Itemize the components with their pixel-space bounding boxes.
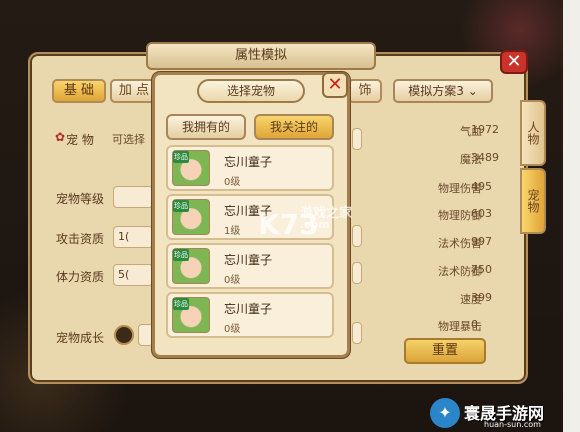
pet-hint: 可选择: [112, 133, 145, 146]
rare-badge: 珍品: [173, 298, 189, 310]
dialog-close-icon[interactable]: ✕: [322, 72, 348, 98]
field-label-attack: 攻击资质: [56, 232, 105, 246]
tab-points[interactable]: 加 点: [110, 79, 158, 103]
star-icon: ✿: [55, 130, 66, 144]
field-label-pet-level: 宠物等级: [56, 192, 105, 206]
pet-name: 忘川童子: [224, 253, 273, 267]
scheme-select[interactable]: 模拟方案3 ⌄: [393, 79, 493, 103]
rare-badge: 珍品: [173, 151, 189, 163]
field-label-growth: 宠物成长: [56, 331, 105, 345]
right-field-3: [352, 262, 362, 284]
pet-level-input[interactable]: [113, 186, 153, 208]
tab-ornament[interactable]: 饰: [348, 79, 382, 103]
pet-level: 0级: [224, 324, 241, 335]
reset-button[interactable]: 重置: [404, 338, 486, 364]
stat-value-crit: 0: [471, 318, 478, 331]
brand-logo: ✦ 寰晟手游网 huan-sun.com: [430, 398, 580, 432]
scheme-select-label: 模拟方案3: [408, 84, 464, 98]
pet-label: 宠 物: [66, 133, 94, 147]
pet-avatar: 珍品: [172, 297, 210, 333]
dialog-title: 选择宠物: [197, 79, 305, 103]
right-field-4: [352, 322, 362, 344]
pet-list-item[interactable]: 珍品 忘川童子 0级: [166, 145, 334, 191]
stat-value-phys-def: 603: [471, 207, 492, 220]
side-tab-pet[interactable]: 宠物: [520, 168, 546, 234]
stamina-input[interactable]: 5(: [113, 264, 153, 286]
growth-radio[interactable]: [114, 325, 134, 345]
stat-value-hp: 1972: [471, 123, 499, 136]
pet-level: 0级: [224, 177, 241, 188]
tab-basic[interactable]: 基 础: [52, 79, 106, 103]
right-field-2: [352, 225, 362, 247]
close-icon[interactable]: ✕: [500, 50, 528, 74]
right-field-1: [352, 128, 362, 150]
brand-url: huan-sun.com: [484, 420, 541, 429]
pet-avatar: 珍品: [172, 248, 210, 284]
side-tab-character[interactable]: 人物: [520, 100, 546, 166]
stat-value-phys-atk: 495: [471, 180, 492, 193]
attack-input[interactable]: 1(: [113, 226, 153, 248]
pet-list-item[interactable]: 珍品 忘川童子 0级: [166, 243, 334, 289]
rare-badge: 珍品: [173, 200, 189, 212]
field-label-stamina: 体力资质: [56, 270, 105, 284]
pet-name: 忘川童子: [224, 155, 273, 169]
pet-level: 0级: [224, 275, 241, 286]
chevron-down-icon: ⌄: [467, 84, 478, 98]
pet-name: 忘川童子: [224, 302, 273, 316]
pet-level: 1级: [224, 226, 241, 237]
brand-icon: ✦: [430, 398, 460, 428]
panel-title: 属性模拟: [146, 42, 376, 70]
stat-value-magic-atk: 997: [471, 235, 492, 248]
pet-list-item[interactable]: 珍品 忘川童子 0级: [166, 292, 334, 338]
tab-owned[interactable]: 我拥有的: [166, 114, 246, 140]
stat-value-mp: 3489: [471, 151, 499, 164]
watermark-url: .com: [300, 218, 330, 231]
pet-avatar: 珍品: [172, 150, 210, 186]
tab-followed[interactable]: 我关注的: [254, 114, 334, 140]
window-edge-strip: [563, 0, 580, 432]
rare-badge: 珍品: [173, 249, 189, 261]
pet-avatar: 珍品: [172, 199, 210, 235]
stat-value-magic-def: 750: [471, 263, 492, 276]
stat-value-speed: 399: [471, 291, 492, 304]
